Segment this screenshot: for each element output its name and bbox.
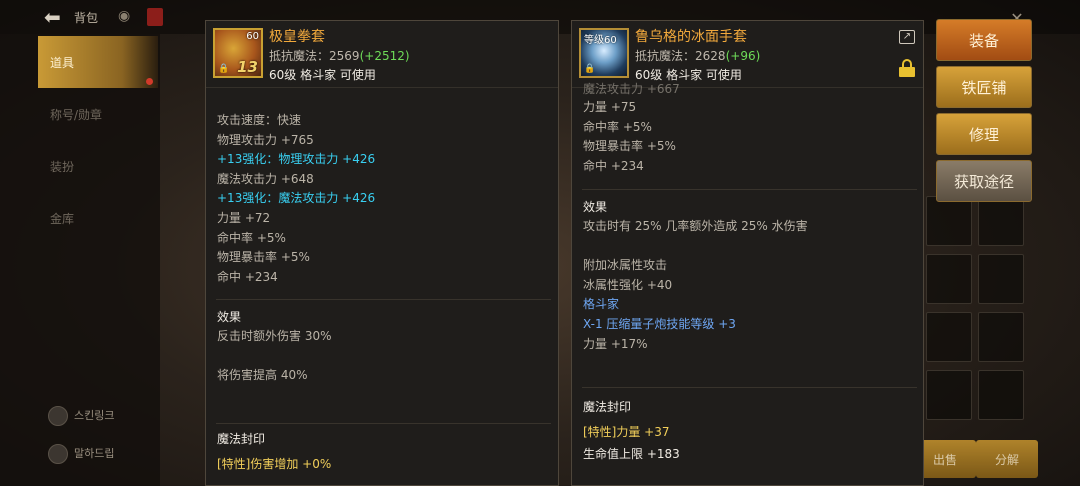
seal-line: [特性]力量 +37 bbox=[583, 425, 670, 439]
resist-bonus: (+96) bbox=[725, 49, 761, 63]
repair-button[interactable]: 修理 bbox=[936, 113, 1032, 155]
resist-bonus: (+2512) bbox=[359, 49, 410, 63]
item-tooltip-right: 等级60 🔒 鲁乌格的冰面手套 抵抗魔法：2628(+96) 60级 格斗家 可… bbox=[571, 20, 924, 486]
effect-line bbox=[583, 237, 913, 257]
sidebar-tab-titles[interactable]: 称号/勋章 bbox=[38, 88, 158, 140]
notice-badge[interactable] bbox=[147, 8, 163, 26]
stat-line: 力量 +72 bbox=[217, 210, 271, 225]
sidebar-footer-skin[interactable]: 스킨링크 bbox=[48, 406, 158, 432]
divider bbox=[582, 387, 917, 388]
resist-base: 2569 bbox=[329, 49, 360, 63]
effect-line bbox=[217, 347, 547, 367]
item-name: 鲁乌格的冰面手套 bbox=[635, 29, 747, 45]
seal-title: 魔法封印 bbox=[217, 432, 266, 446]
share-icon[interactable]: ↗ bbox=[899, 30, 915, 44]
effect-line: 将伤害提高 40% bbox=[217, 368, 308, 383]
sidebar-tab-costume[interactable]: 装扮 bbox=[38, 140, 158, 192]
reinforce-level-badge: 13 bbox=[237, 58, 258, 76]
lock-small-icon: 🔒 bbox=[584, 64, 596, 74]
inventory-slot[interactable] bbox=[978, 196, 1024, 246]
sidebar-footer-label: 스킨링크 bbox=[74, 409, 115, 422]
ice-gauntlet-icon: 等级60 🔒 bbox=[579, 28, 629, 78]
effect-section: 效果 攻击时有 25% 几率额外造成 25% 水伤害 附加冰属性攻击 冰属性强化… bbox=[583, 197, 913, 354]
divider bbox=[216, 423, 551, 424]
reinforce-stat-line: +13强化：魔法攻击力 +426 bbox=[217, 191, 376, 206]
effect-line: 力量 +17% bbox=[583, 336, 648, 351]
page-title: 背包 bbox=[74, 11, 99, 25]
fist-gauntlet-icon: 60 🔒 13 bbox=[213, 28, 263, 78]
stat-line: 物理暴击率 +5% bbox=[217, 250, 310, 265]
inventory-slot[interactable] bbox=[978, 254, 1024, 304]
item-name: 极皇拳套 bbox=[269, 29, 325, 45]
blacksmith-button[interactable]: 铁匠铺 bbox=[936, 66, 1032, 108]
inventory-slot[interactable] bbox=[926, 370, 972, 420]
class-name-line: 格斗家 bbox=[583, 297, 620, 312]
effect-title: 效果 bbox=[583, 200, 608, 214]
resist-magic-value: 抵抗魔法：2569(+2512) bbox=[269, 49, 410, 63]
stat-line: 物理攻击力 +765 bbox=[217, 132, 314, 147]
inventory-slot[interactable] bbox=[926, 312, 972, 362]
stat-line: 魔法攻击力 +648 bbox=[217, 171, 314, 186]
stat-line: 命中 +234 bbox=[583, 158, 644, 173]
divider bbox=[216, 299, 551, 300]
avatar-icon bbox=[48, 444, 68, 464]
stat-line: 命中 +234 bbox=[217, 269, 278, 284]
notification-dot bbox=[146, 78, 153, 85]
tooltip-header: 等级60 🔒 鲁乌格的冰面手套 抵抗魔法：2628(+96) 60级 格斗家 可… bbox=[572, 21, 923, 87]
seal-section: 魔法封印 [特性]伤害增加 +0% bbox=[217, 429, 547, 475]
stat-list: 魔法攻击力 +667 力量 +75 命中率 +5% 物理暴击率 +5% 命中 +… bbox=[583, 81, 913, 176]
item-level-badge: 60 bbox=[246, 31, 259, 42]
reinforce-stat-line: +13强化：物理攻击力 +426 bbox=[217, 152, 376, 167]
seal-line: 生命值上限 +183 bbox=[583, 446, 680, 461]
stat-line: 攻击速度：快速 bbox=[217, 113, 302, 127]
lock-icon[interactable] bbox=[899, 59, 915, 77]
sidebar-tab-vault[interactable]: 金库 bbox=[38, 192, 158, 244]
resist-label: 抵抗魔法 bbox=[269, 49, 318, 63]
skill-bonus-line: X-1 压缩量子炮技能等级 +3 bbox=[583, 316, 736, 331]
tooltip-header: 60 🔒 13 极皇拳套 抵抗魔法：2569(+2512) 60级 格斗家 可使… bbox=[206, 21, 558, 87]
stat-line: 物理暴击率 +5% bbox=[583, 139, 676, 154]
effect-title: 效果 bbox=[217, 310, 242, 324]
effect-line: 攻击时有 25% 几率额外造成 25% 水伤害 bbox=[583, 219, 808, 233]
resist-label: 抵抗魔法 bbox=[635, 49, 684, 63]
stat-line-partial: 魔法攻击力 +667 bbox=[583, 82, 680, 96]
lock-small-icon: 🔒 bbox=[218, 64, 230, 74]
resist-base: 2628 bbox=[695, 49, 726, 63]
disassemble-button[interactable]: 分解 bbox=[976, 440, 1038, 478]
stat-line: 命中率 +5% bbox=[583, 119, 652, 134]
inventory-slot[interactable] bbox=[978, 312, 1024, 362]
inventory-slot[interactable] bbox=[926, 196, 972, 246]
sidebar-footer-label: 말하드립 bbox=[74, 447, 115, 460]
divider bbox=[582, 189, 917, 190]
inventory-slot[interactable] bbox=[926, 254, 972, 304]
equip-button[interactable]: 装备 bbox=[936, 19, 1032, 61]
item-level-badge: 等级60 bbox=[584, 35, 617, 46]
stat-list: 攻击速度：快速 物理攻击力 +765 +13强化：物理攻击力 +426 魔法攻击… bbox=[217, 111, 547, 287]
avatar-icon bbox=[48, 406, 68, 426]
inventory-slot[interactable] bbox=[978, 370, 1024, 420]
sidebar-tab-items[interactable]: 道具 bbox=[38, 36, 158, 88]
sidebar-footer-chat[interactable]: 말하드립 bbox=[48, 444, 158, 470]
acquire-source-button[interactable]: 获取途径 bbox=[936, 160, 1032, 202]
divider bbox=[206, 87, 558, 88]
seal-line: [特性]伤害增加 +0% bbox=[217, 457, 332, 471]
sidebar: 道具 称号/勋章 装扮 金库 스킨링크 말하드립 bbox=[0, 34, 160, 486]
effect-line: 冰属性强化 +40 bbox=[583, 277, 673, 292]
effect-section: 效果 反击时额外伤害 30% 将伤害提高 40% bbox=[217, 307, 547, 386]
effect-line: 附加冰属性攻击 bbox=[583, 258, 668, 273]
resist-magic-value: 抵抗魔法：2628(+96) bbox=[635, 49, 761, 63]
seal-section: 魔法封印 [特性]力量 +37 生命值上限 +183 bbox=[583, 397, 913, 464]
item-tooltip-left: 60 🔒 13 极皇拳套 抵抗魔法：2569(+2512) 60级 格斗家 可使… bbox=[205, 20, 559, 486]
effect-line: 反击时额外伤害 30% bbox=[217, 329, 332, 343]
stat-line: 力量 +75 bbox=[583, 100, 637, 114]
stat-line: 命中率 +5% bbox=[217, 230, 286, 245]
eye-icon[interactable]: ◉ bbox=[118, 8, 130, 24]
back-arrow-icon[interactable]: ⬅ bbox=[44, 6, 70, 28]
seal-title: 魔法封印 bbox=[583, 400, 632, 414]
item-requirement: 60级 格斗家 可使用 bbox=[269, 68, 376, 82]
